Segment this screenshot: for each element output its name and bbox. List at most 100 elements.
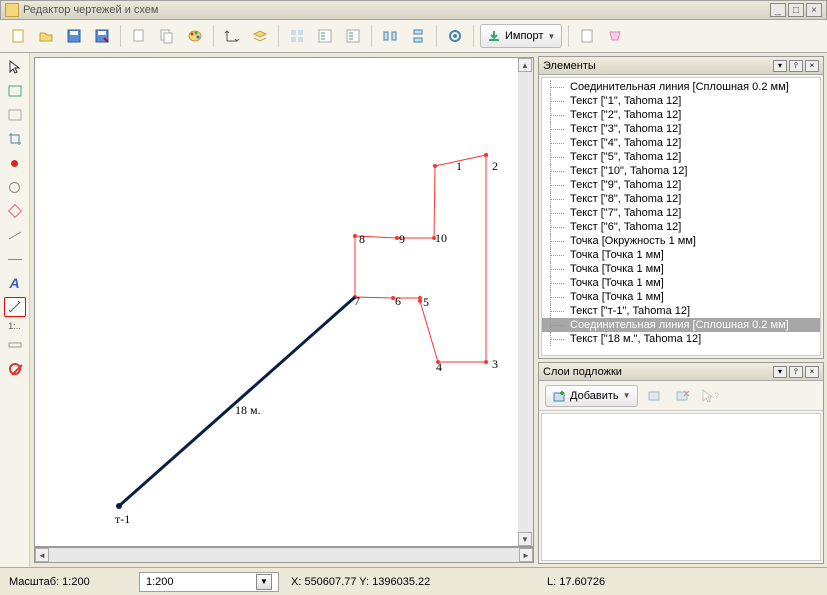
rect-tool[interactable] [4,81,26,101]
svg-text:8: 8 [359,232,365,246]
layers-toolbar: Добавить ▼ ? [539,381,823,411]
scroll-left-button[interactable]: ◄ [35,548,49,562]
tree-item[interactable]: Точка [Точка 1 мм] [542,290,820,304]
panel-close-button[interactable]: × [805,366,819,378]
rect2-tool[interactable] [4,105,26,125]
save-button[interactable] [62,24,86,48]
vertical-toolbar: A 1:.. [0,53,30,567]
cut-button[interactable] [127,24,151,48]
maximize-button[interactable]: □ [788,3,804,17]
layers-list[interactable] [541,413,821,561]
doc1-button[interactable] [575,24,599,48]
tree-item[interactable]: Текст ["6", Tahoma 12] [542,220,820,234]
workspace: A 1:.. 1234567891018 м.т-1 ▲ ▼ ◄ ► Элеме… [0,53,827,567]
layers-panel-title: Слои подложки [543,366,622,378]
length-label: L: 17.60726 [541,572,701,592]
layers-panel-header: Слои подложки ▾ ⫯ × [539,363,823,381]
tree-item[interactable]: Соединительная линия [Сплошная 0.2 мм] [542,80,820,94]
tree-item[interactable]: Текст ["1", Tahoma 12] [542,94,820,108]
dropdown-icon[interactable]: ▼ [256,574,272,590]
layers-button[interactable] [248,24,272,48]
palette-button[interactable] [183,24,207,48]
scroll-right-button[interactable]: ► [519,548,533,562]
vertical-scrollbar[interactable]: ▲ ▼ [518,57,534,547]
layer-pointer-button[interactable]: ? [700,385,722,407]
gear-button[interactable] [443,24,467,48]
tree-item[interactable]: Текст ["4", Tahoma 12] [542,136,820,150]
line-tool[interactable] [4,225,26,245]
svg-text:9: 9 [399,232,405,246]
tree-item[interactable]: Точка [Точка 1 мм] [542,248,820,262]
tree-item[interactable]: Точка [Точка 1 мм] [542,262,820,276]
add-layer-button[interactable]: Добавить ▼ [545,385,638,407]
new-button[interactable] [6,24,30,48]
list-button[interactable] [313,24,337,48]
halign-button[interactable] [378,24,402,48]
layer-edit-button[interactable] [644,385,666,407]
svg-text:3: 3 [492,357,498,371]
tree-item[interactable]: Текст ["2", Tahoma 12] [542,108,820,122]
select-tool[interactable] [4,57,26,77]
tree-item[interactable]: Текст ["т-1", Tahoma 12] [542,304,820,318]
forbid-tool[interactable] [4,359,26,379]
main-toolbar: Импорт ▼ [0,20,827,53]
app-icon [5,3,19,17]
tree-item[interactable]: Текст ["8", Tahoma 12] [542,192,820,206]
scale-hint: 1:.. [8,321,21,331]
minimize-button[interactable]: _ [770,3,786,17]
tree-item[interactable]: Текст ["3", Tahoma 12] [542,122,820,136]
import-label: Импорт [505,30,543,42]
elements-panel: Элементы ▾ ⫯ × Соединительная линия [Спл… [538,56,824,359]
svg-text:6: 6 [395,294,401,308]
text-icon: A [9,275,19,291]
doc2-button[interactable] [603,24,627,48]
svg-text:18 м.: 18 м. [235,403,261,417]
status-bar: Масштаб: 1:200 1:200 ▼ X: 550607.77 Y: 1… [0,567,827,595]
horizontal-scrollbar[interactable]: ◄ ► [34,547,534,563]
hline-icon [8,259,22,260]
canvas-region: 1234567891018 м.т-1 ▲ ▼ ◄ ► [30,53,538,567]
panel-close-button[interactable]: × [805,60,819,72]
save-as-button[interactable] [90,24,114,48]
tree-item[interactable]: Точка [Окружность 1 мм] [542,234,820,248]
tree-item[interactable]: Текст ["10", Tahoma 12] [542,164,820,178]
tree-item[interactable]: Текст ["5", Tahoma 12] [542,150,820,164]
scale-combo[interactable]: 1:200 ▼ [139,572,279,592]
crop-tool[interactable] [4,129,26,149]
measure-tool[interactable] [4,297,26,317]
grid-button[interactable] [285,24,309,48]
ruler-tool[interactable] [4,335,26,355]
scale-value: 1:200 [146,576,174,588]
list2-button[interactable] [341,24,365,48]
panel-pin-button[interactable]: ⫯ [789,60,803,72]
point-tool[interactable] [4,153,26,173]
dropdown-icon: ▼ [623,391,631,400]
tree-item[interactable]: Точка [Точка 1 мм] [542,276,820,290]
svg-text:5: 5 [423,295,429,309]
text-tool[interactable]: A [4,273,26,293]
panel-menu-button[interactable]: ▾ [773,60,787,72]
tree-item[interactable]: Текст ["7", Tahoma 12] [542,206,820,220]
tree-item[interactable]: Текст ["18 м.", Tahoma 12] [542,332,820,346]
canvas[interactable]: 1234567891018 м.т-1 [34,57,534,547]
title-bar: Редактор чертежей и схем _ □ × [0,0,827,20]
valign-button[interactable] [406,24,430,48]
panel-menu-button[interactable]: ▾ [773,366,787,378]
panel-pin-button[interactable]: ⫯ [789,366,803,378]
hline-tool[interactable] [4,249,26,269]
close-button[interactable]: × [806,3,822,17]
coords-label: X: 550607.77 Y: 1396035.22 [285,572,535,592]
circle-tool[interactable] [4,177,26,197]
tree-item[interactable]: Соединительная линия [Сплошная 0.2 мм] [542,318,820,332]
axes-button[interactable] [220,24,244,48]
open-button[interactable] [34,24,58,48]
tree-item[interactable]: Текст ["9", Tahoma 12] [542,178,820,192]
diamond-tool[interactable] [4,201,26,221]
circle-icon [9,182,20,193]
layer-delete-button[interactable] [672,385,694,407]
import-button[interactable]: Импорт ▼ [480,24,562,48]
copy-button[interactable] [155,24,179,48]
scroll-down-button[interactable]: ▼ [518,532,532,546]
elements-tree[interactable]: Соединительная линия [Сплошная 0.2 мм]Те… [541,77,821,356]
scroll-up-button[interactable]: ▲ [518,58,532,72]
